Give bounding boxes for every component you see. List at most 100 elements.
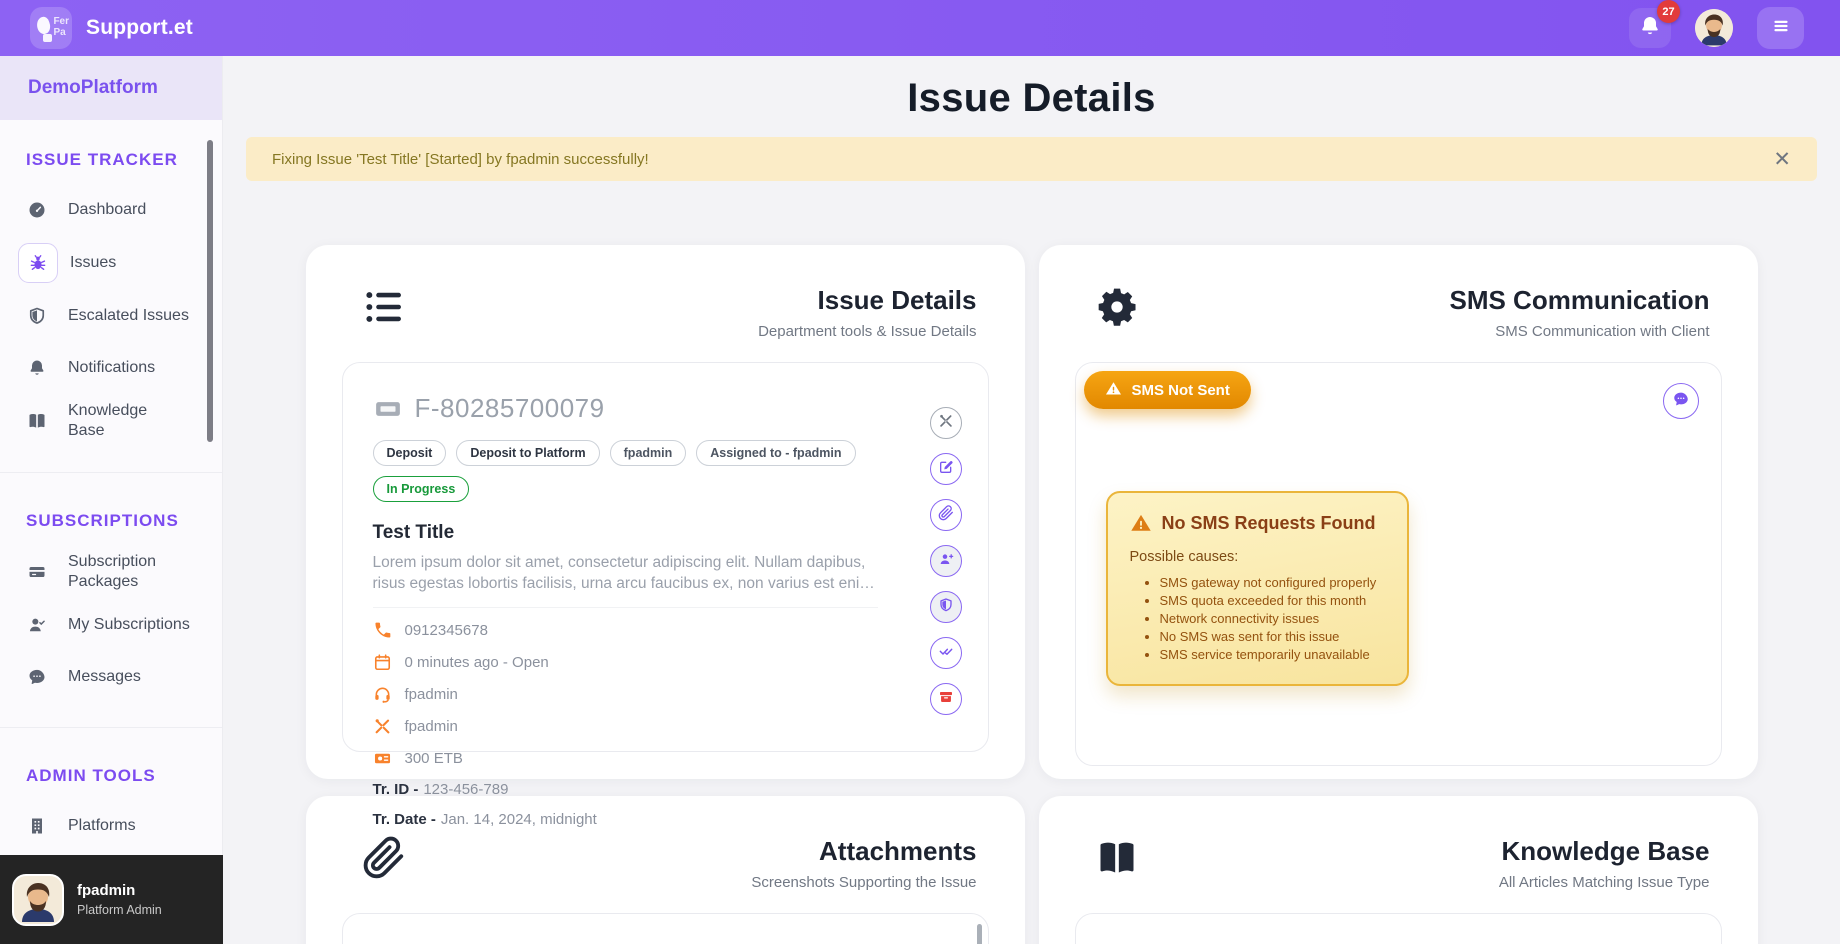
cards-grid: Issue Details Department tools & Issue D… bbox=[305, 245, 1758, 944]
sidebar-item-knowledge-base[interactable]: Knowledge Base bbox=[0, 394, 222, 448]
paperclip-icon bbox=[362, 836, 406, 880]
gauge-icon bbox=[18, 191, 56, 229]
badge-assignee: Assigned to - fpadmin bbox=[696, 440, 856, 466]
logo-text: Fer Pa bbox=[53, 16, 69, 38]
info-value: 0 minutes ago - Open bbox=[404, 653, 549, 671]
sidebar-item-label: Subscription Packages bbox=[68, 553, 157, 590]
check-double-icon bbox=[938, 643, 954, 664]
causes-list: SMS gateway not configured properly SMS … bbox=[1130, 575, 1385, 662]
card-header-text: Attachments Screenshots Supporting the I… bbox=[751, 836, 976, 891]
sidebar-item-issues[interactable]: Issues bbox=[0, 236, 222, 290]
info-row-phone: 0912345678 bbox=[373, 621, 878, 640]
sidebar-user-card[interactable]: fpadmin Platform Admin bbox=[0, 855, 223, 944]
card-header-text: Issue Details Department tools & Issue D… bbox=[758, 285, 976, 340]
sms-bubble-icon bbox=[18, 658, 56, 696]
sidebar-item-subscription-packages[interactable]: Subscription Packages bbox=[0, 545, 222, 599]
sidebar-scrollbar-thumb[interactable] bbox=[207, 140, 213, 442]
cause-item: SMS service temporarily unavailable bbox=[1160, 647, 1385, 662]
archive-icon bbox=[938, 689, 954, 710]
info-value: fpadmin bbox=[404, 717, 458, 735]
card-header: Knowledge Base All Articles Matching Iss… bbox=[1095, 836, 1710, 891]
sms-communication-card: SMS Communication SMS Communication with… bbox=[1038, 245, 1758, 779]
app-title: Support.et bbox=[86, 16, 193, 39]
close-icon[interactable]: ✕ bbox=[1773, 149, 1791, 170]
status-badge: In Progress bbox=[372, 476, 470, 502]
platform-selector[interactable]: DemoPlatform bbox=[0, 56, 222, 120]
sms-status-label: SMS Not Sent bbox=[1131, 381, 1230, 399]
sidebar-item-dashboard[interactable]: Dashboard bbox=[0, 184, 222, 236]
sidebar-item-label: Escalated Issues bbox=[68, 307, 189, 324]
issue-description-wrap: Lorem ipsum dolor sit amet, consectetur … bbox=[372, 552, 878, 608]
info-row-fixer: fpadmin bbox=[373, 717, 878, 736]
cause-item: Network connectivity issues bbox=[1160, 611, 1385, 626]
card-header-text: Knowledge Base All Articles Matching Iss… bbox=[1499, 836, 1710, 891]
hamburger-menu-button[interactable] bbox=[1757, 7, 1804, 49]
sidebar-item-label: Notifications bbox=[68, 359, 156, 376]
warning-triangle-icon bbox=[1105, 380, 1122, 401]
panel-scrollbar-thumb[interactable] bbox=[976, 924, 982, 944]
card-subtitle: Screenshots Supporting the Issue bbox=[751, 874, 977, 891]
card-title: Attachments bbox=[819, 836, 977, 866]
issue-description: Lorem ipsum dolor sit amet, consectetur … bbox=[372, 554, 873, 593]
sidebar: DemoPlatform ISSUE TRACKER Dashboard Iss… bbox=[0, 56, 223, 944]
escalate-issue-button[interactable] bbox=[929, 591, 962, 623]
sidebar-item-platforms[interactable]: Platforms bbox=[0, 800, 222, 852]
tools-icon bbox=[373, 717, 392, 736]
sidebar-item-escalated-issues[interactable]: Escalated Issues bbox=[0, 290, 222, 342]
bug-icon bbox=[18, 243, 58, 283]
badge-issue-category: Deposit to Platform bbox=[456, 440, 600, 466]
cause-item: No SMS was sent for this issue bbox=[1160, 629, 1385, 644]
sidebar-section-subscriptions: SUBSCRIPTIONS Subscription Packages My S… bbox=[0, 472, 222, 713]
resolve-issue-button[interactable] bbox=[929, 637, 962, 669]
sidebar-item-messages[interactable]: Messages bbox=[0, 651, 222, 703]
send-sms-button[interactable] bbox=[1662, 383, 1699, 419]
info-row-created: 0 minutes ago - Open bbox=[373, 653, 878, 672]
sms-status-button[interactable]: SMS Not Sent bbox=[1083, 371, 1251, 409]
attachments-panel bbox=[341, 913, 989, 944]
sidebar-item-my-subscriptions[interactable]: My Subscriptions bbox=[0, 599, 222, 651]
sidebar-section-admin-tools: ADMIN TOOLS Platforms bbox=[0, 727, 222, 862]
building-icon bbox=[18, 807, 56, 845]
bell-icon bbox=[18, 349, 56, 387]
hamburger-icon bbox=[1770, 15, 1792, 42]
issue-panel: F-80285700079 Deposit Deposit to Platfor… bbox=[341, 362, 989, 828]
sidebar-item-label: My Subscriptions bbox=[68, 616, 190, 633]
transaction-date-label: Tr. Date - bbox=[372, 810, 436, 828]
shield-icon bbox=[938, 597, 954, 618]
sms-bubble-icon bbox=[1672, 390, 1690, 413]
transaction-date-row: Tr. Date - Jan. 14, 2024, midnight bbox=[373, 811, 878, 828]
card-title: Issue Details bbox=[817, 285, 977, 315]
assign-user-button[interactable] bbox=[929, 545, 962, 577]
user-check-icon bbox=[18, 606, 56, 644]
card-subtitle: Department tools & Issue Details bbox=[758, 323, 977, 340]
logo-chip-shape bbox=[43, 34, 52, 42]
warning-heading: No SMS Requests Found bbox=[1130, 512, 1385, 534]
attachments-button[interactable] bbox=[929, 499, 962, 531]
info-value: 0912345678 bbox=[404, 621, 488, 639]
brand-logo[interactable]: Fer Pa bbox=[30, 7, 72, 49]
sidebar-item-label: Messages bbox=[68, 668, 141, 685]
transaction-date-value: Jan. 14, 2024, midnight bbox=[440, 810, 597, 828]
paperclip-icon bbox=[938, 504, 954, 526]
notifications-button[interactable]: 27 bbox=[1629, 0, 1680, 48]
transaction-id-row: Tr. ID -123-456-789 bbox=[373, 781, 878, 798]
success-alert-banner: Fixing Issue 'Test Title' [Started] by f… bbox=[246, 137, 1817, 181]
edit-issue-button[interactable] bbox=[929, 453, 962, 485]
tools-icon bbox=[938, 413, 954, 434]
card-header: SMS Communication SMS Communication with… bbox=[1095, 285, 1710, 340]
app-window: Fer Pa Support.et 27 DemoPlatform ISSUE … bbox=[0, 0, 1840, 944]
info-row-agent: fpadmin bbox=[373, 685, 878, 704]
card-title: Knowledge Base bbox=[1501, 836, 1710, 866]
header-avatar[interactable] bbox=[1695, 9, 1733, 47]
info-value: fpadmin bbox=[404, 685, 458, 703]
archive-issue-button[interactable] bbox=[929, 683, 962, 715]
transaction-id-label: Tr. ID - bbox=[372, 780, 419, 798]
cause-item: SMS gateway not configured properly bbox=[1160, 575, 1385, 590]
fix-issue-button[interactable] bbox=[929, 407, 962, 439]
book-icon bbox=[18, 402, 56, 440]
sidebar-item-notifications[interactable]: Notifications bbox=[0, 342, 222, 394]
main-content: Issue Details Fixing Issue 'Test Title' … bbox=[223, 56, 1840, 944]
header-actions: 27 bbox=[1629, 0, 1804, 49]
knowledge-base-card: Knowledge Base All Articles Matching Iss… bbox=[1038, 796, 1758, 944]
calendar-icon bbox=[373, 653, 392, 672]
